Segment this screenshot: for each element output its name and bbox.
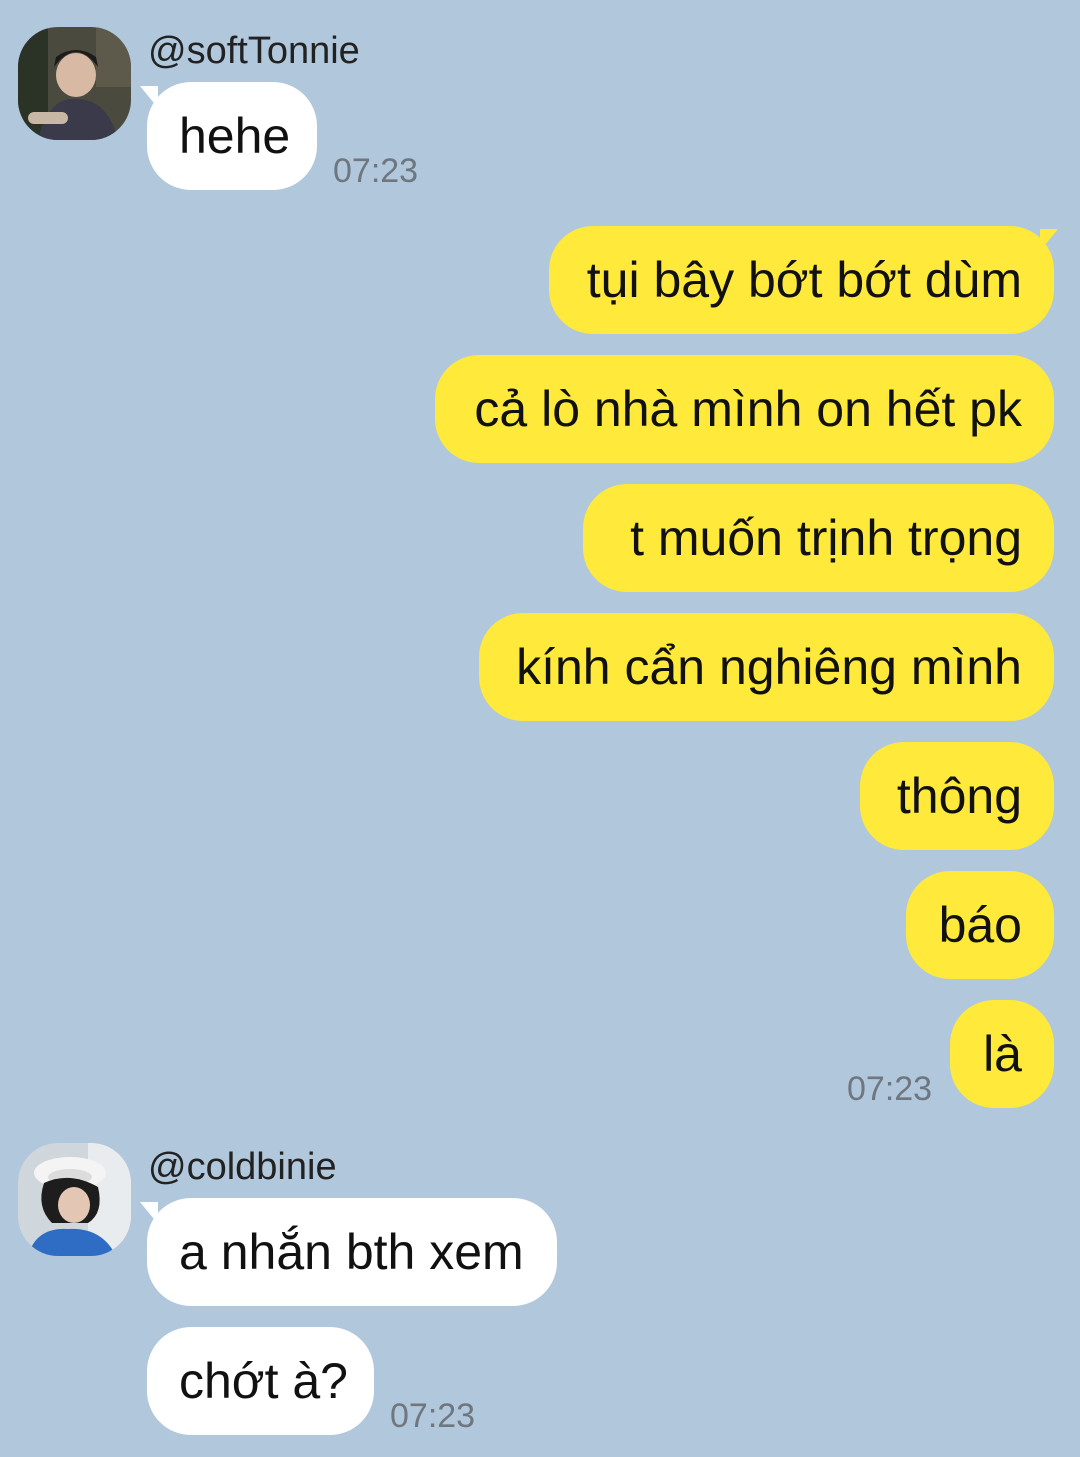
message-bubble[interactable]: báo	[906, 871, 1054, 979]
avatar-photo-icon	[18, 27, 131, 140]
message-timestamp: 07:23	[390, 1397, 476, 1435]
message-timestamp: 07:23	[333, 152, 419, 190]
avatar-photo-icon	[18, 1143, 131, 1256]
message-bubble[interactable]: cả lò nhà mình on hết pk	[435, 355, 1054, 463]
message-bubble[interactable]: là	[950, 1000, 1054, 1108]
message-bubble[interactable]: a nhắn bth xem	[147, 1198, 557, 1306]
avatar-softtonnie[interactable]	[18, 27, 131, 140]
avatar-coldbinie[interactable]	[18, 1143, 131, 1256]
message-bubble[interactable]: hehe	[147, 82, 317, 190]
message-bubble[interactable]: chớt à?	[147, 1327, 374, 1435]
message-bubble[interactable]: thông	[860, 742, 1054, 850]
message-timestamp: 07:23	[847, 1070, 933, 1108]
message-bubble[interactable]: tụi bây bớt bớt dùm	[549, 226, 1054, 334]
sender-name: @coldbinie	[148, 1146, 337, 1188]
message-bubble[interactable]: kính cẩn nghiêng mình	[479, 613, 1054, 721]
sender-name: @softTonnie	[148, 30, 360, 72]
message-bubble[interactable]: t muốn trịnh trọng	[583, 484, 1054, 592]
